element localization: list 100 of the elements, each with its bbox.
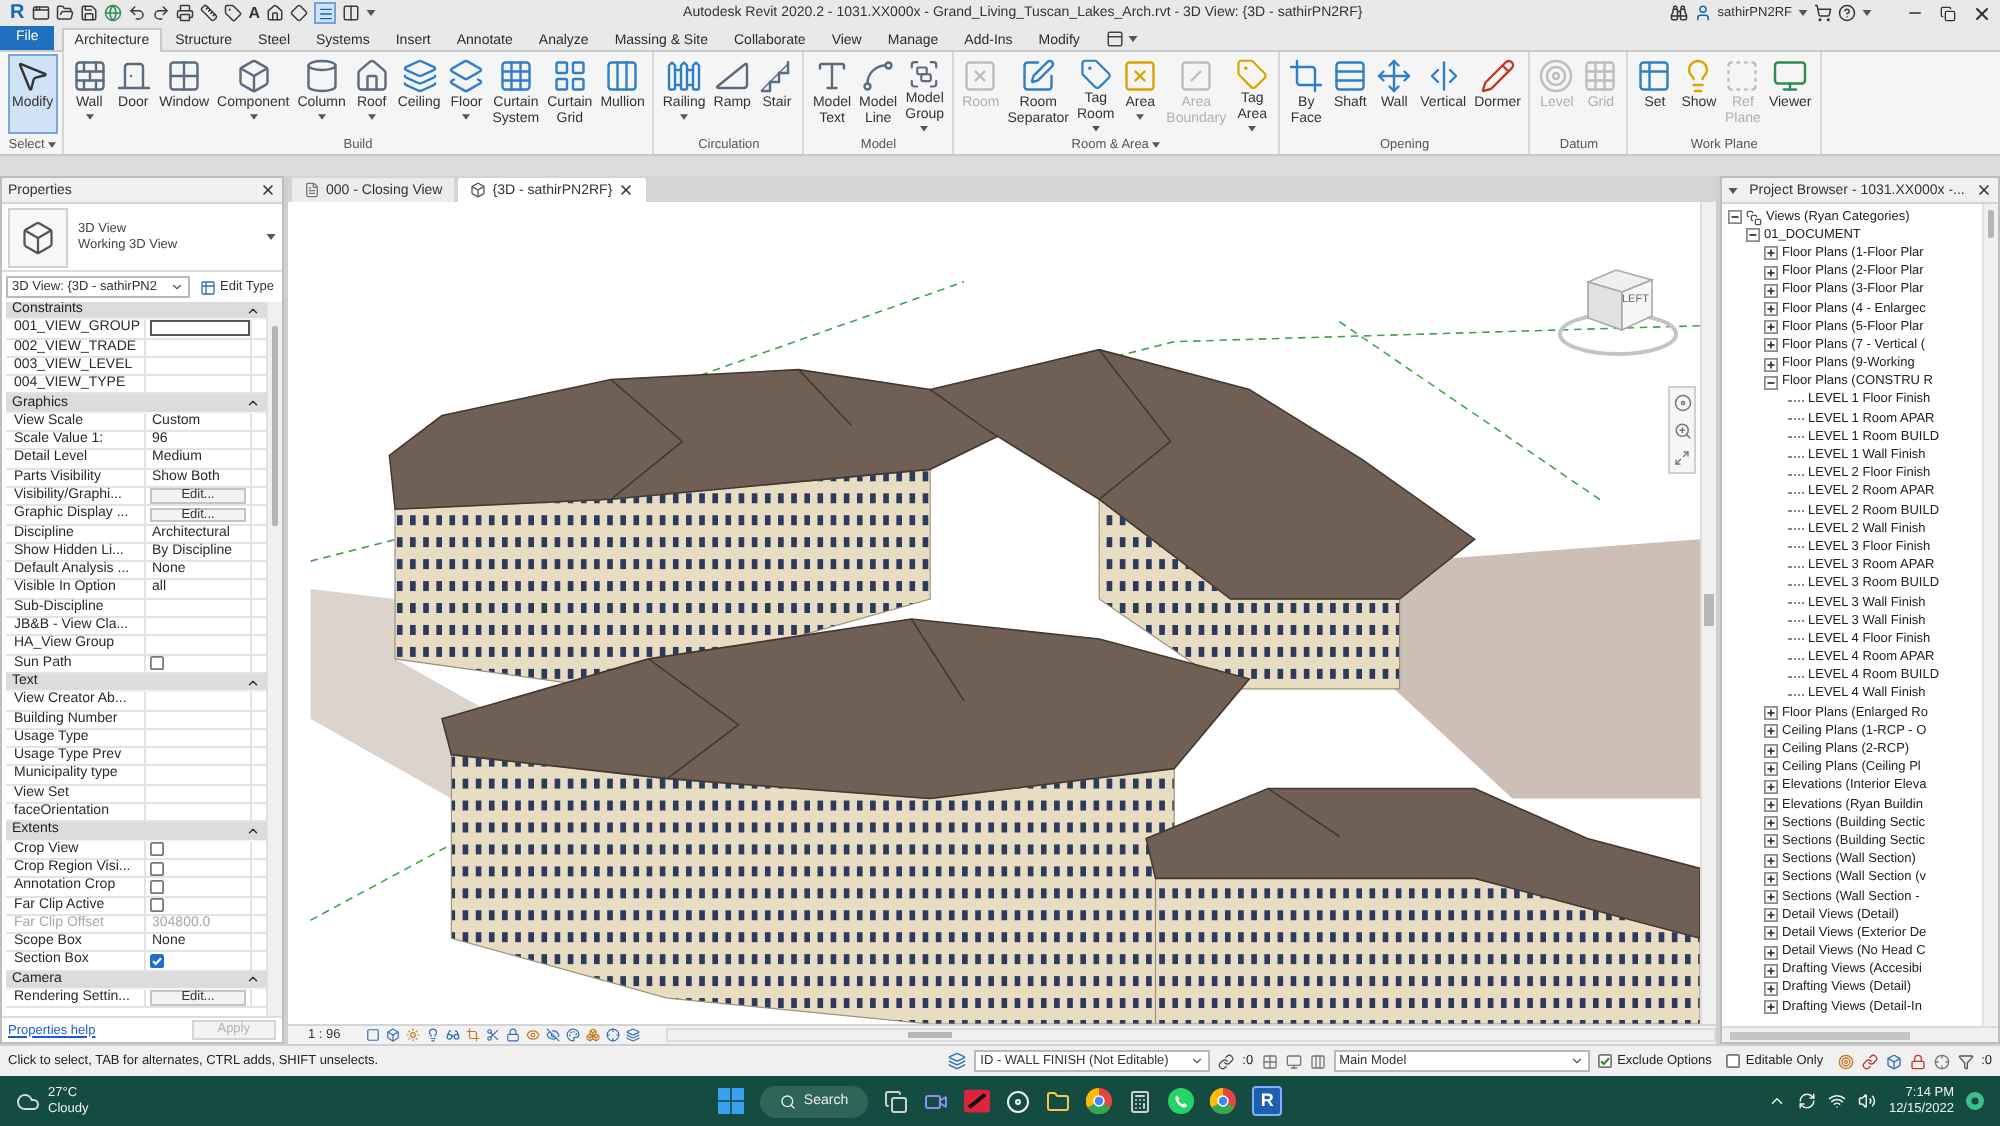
expand-icon[interactable]: [1764, 871, 1778, 886]
app-logo[interactable]: R: [8, 1, 27, 25]
expand-icon[interactable]: [1764, 265, 1778, 280]
expand-icon[interactable]: [1764, 834, 1778, 849]
input-field[interactable]: [150, 320, 250, 337]
ruler-icon[interactable]: [200, 4, 219, 22]
window-icon[interactable]: [32, 4, 51, 22]
expand-icon[interactable]: [1764, 981, 1778, 996]
lightbulb-icon[interactable]: [426, 1028, 441, 1042]
tag-icon[interactable]: [224, 4, 243, 22]
collapse-icon[interactable]: [246, 823, 260, 838]
speaker-icon[interactable]: [1858, 1092, 1877, 1110]
zoom-icon[interactable]: [1673, 422, 1691, 440]
text-tool[interactable]: A: [248, 3, 261, 23]
expand-icon[interactable]: [1764, 926, 1778, 941]
layers-icon[interactable]: [626, 1028, 641, 1042]
lock-icon[interactable]: [1909, 1053, 1926, 1069]
scrollbar[interactable]: [266, 302, 282, 1016]
expand-icon[interactable]: [1764, 816, 1778, 831]
filter-icon[interactable]: [1957, 1053, 1974, 1069]
expand-icon[interactable]: [1764, 338, 1778, 353]
expand-icon[interactable]: [1764, 779, 1778, 794]
folder-icon[interactable]: [1046, 1089, 1071, 1113]
expand-icon[interactable]: [1764, 283, 1778, 298]
expand-icon[interactable]: [1764, 798, 1778, 813]
checkbox[interactable]: [150, 842, 164, 857]
close-icon[interactable]: [260, 182, 276, 198]
chevron-up-icon[interactable]: [1768, 1092, 1787, 1110]
collapse-icon[interactable]: [246, 675, 260, 690]
expand-icon[interactable]: [1764, 853, 1778, 868]
diamond-icon[interactable]: [290, 4, 309, 22]
expand-icon[interactable]: [1764, 945, 1778, 960]
link-icon[interactable]: [1218, 1053, 1235, 1069]
stacked-windows-icon[interactable]: [884, 1089, 909, 1113]
collapse-icon[interactable]: [246, 972, 260, 987]
glasses-icon[interactable]: [446, 1028, 461, 1042]
calculator-icon[interactable]: [1128, 1089, 1153, 1113]
crosshair-icon[interactable]: [1933, 1053, 1950, 1069]
slash-tile-icon[interactable]: [964, 1088, 991, 1114]
expand-icon[interactable]: [1764, 246, 1778, 261]
expand-icon[interactable]: [1764, 761, 1778, 776]
lock-icon[interactable]: [506, 1028, 521, 1042]
disc-icon[interactable]: [1673, 394, 1691, 412]
collapse-icon[interactable]: [1764, 375, 1778, 390]
wifi-icon[interactable]: [1828, 1092, 1847, 1110]
maximize-arrows-icon[interactable]: [1674, 450, 1690, 466]
phone-bubble-icon[interactable]: [1168, 1088, 1195, 1114]
collapse-icon[interactable]: [1746, 228, 1760, 243]
cube-icon[interactable]: [386, 1028, 401, 1042]
caret-icon[interactable]: [1728, 187, 1738, 193]
checkbox[interactable]: [150, 656, 164, 671]
collapse-icon[interactable]: [246, 396, 260, 411]
save-icon[interactable]: [80, 4, 99, 22]
expand-icon[interactable]: [1764, 724, 1778, 739]
scrollbar[interactable]: [1722, 1026, 1998, 1042]
windows-logo-icon[interactable]: [717, 1088, 744, 1114]
close-icon[interactable]: [618, 182, 635, 198]
circle-logo-icon[interactable]: [1086, 1088, 1113, 1114]
checkbox[interactable]: [150, 861, 164, 876]
help-icon[interactable]: [1838, 4, 1856, 22]
columns-icon[interactable]: [1309, 1053, 1326, 1069]
close-icon[interactable]: [1976, 182, 1992, 198]
expand-icon[interactable]: [1764, 743, 1778, 758]
expand-icon[interactable]: [1764, 1000, 1778, 1015]
crop-icon[interactable]: [466, 1028, 481, 1042]
user-icon[interactable]: [1693, 4, 1712, 22]
undo-icon[interactable]: [128, 4, 147, 22]
grid-icon[interactable]: [1261, 1053, 1278, 1069]
circle-logo-icon[interactable]: [1210, 1088, 1237, 1114]
expand-icon[interactable]: [1764, 302, 1778, 317]
scrollbar[interactable]: [666, 1028, 1716, 1042]
target-icon[interactable]: [1837, 1053, 1854, 1069]
cloud-icon[interactable]: [16, 1089, 40, 1113]
lines-icon[interactable]: [314, 2, 337, 24]
boxes-icon[interactable]: [586, 1028, 601, 1042]
crosshair-icon[interactable]: [606, 1028, 621, 1042]
link-icon[interactable]: [1861, 1053, 1878, 1069]
house-icon[interactable]: [266, 4, 285, 22]
sun-icon[interactable]: [406, 1028, 421, 1042]
monitor-icon[interactable]: [1285, 1053, 1302, 1069]
expand-icon[interactable]: [1764, 320, 1778, 335]
caret-icon[interactable]: [266, 234, 276, 240]
expand-icon[interactable]: [1764, 890, 1778, 905]
square-icon[interactable]: [366, 1028, 381, 1042]
checkbox[interactable]: [1597, 1054, 1612, 1068]
scrollbar[interactable]: [1982, 204, 1998, 1026]
checkbox[interactable]: [150, 898, 164, 913]
print-icon[interactable]: [176, 4, 195, 22]
video-camera-icon[interactable]: [924, 1089, 949, 1113]
workset-icon[interactable]: [948, 1052, 967, 1070]
sync-icon[interactable]: [1798, 1092, 1817, 1110]
eye-icon[interactable]: [526, 1028, 541, 1042]
palette-icon[interactable]: [566, 1028, 581, 1042]
collapse-icon[interactable]: [246, 303, 260, 318]
notification-icon[interactable]: [1966, 1092, 1984, 1110]
checkbox[interactable]: [150, 954, 164, 969]
expand-icon[interactable]: [1764, 357, 1778, 372]
expand-icon[interactable]: [1764, 963, 1778, 978]
collapse-icon[interactable]: [1728, 210, 1742, 225]
restore-icon[interactable]: [1940, 5, 1956, 21]
